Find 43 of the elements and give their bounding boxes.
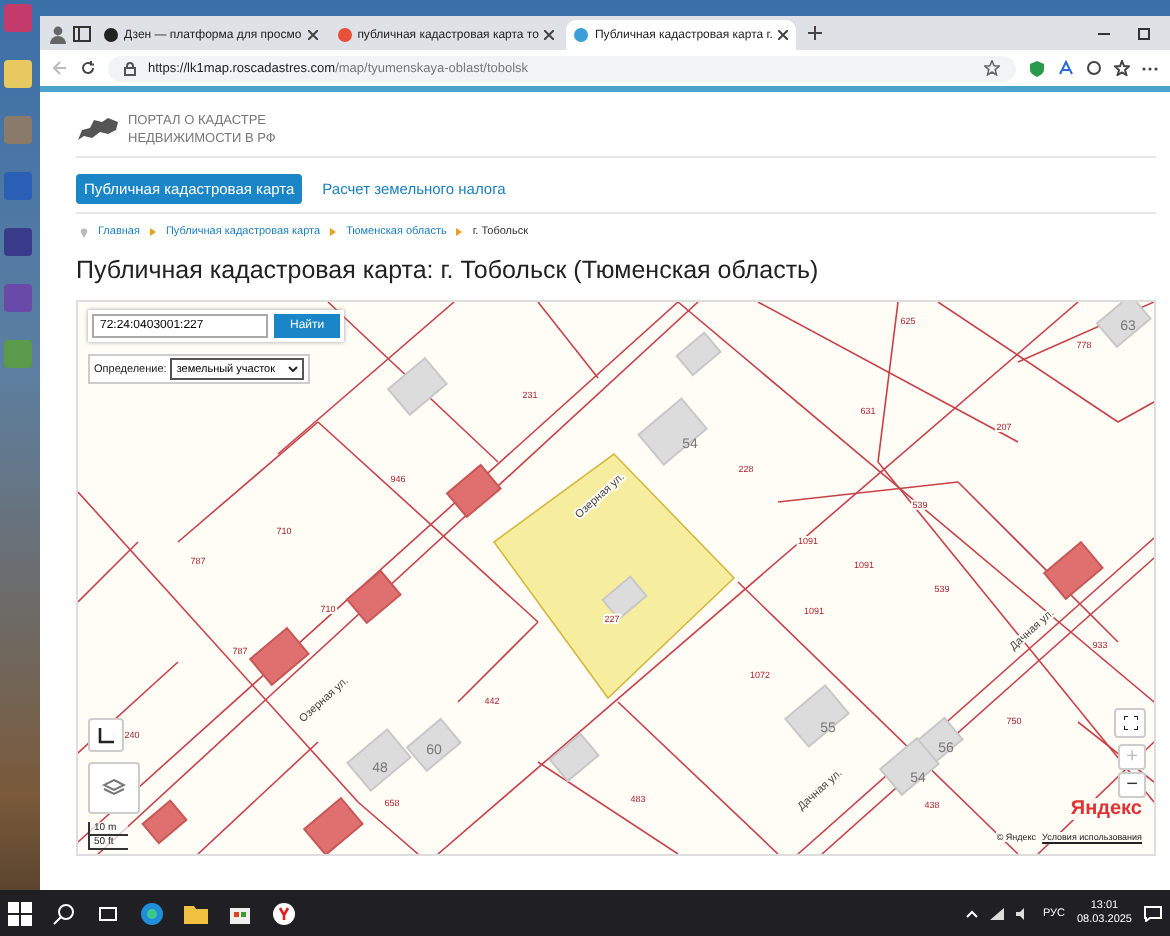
fullscreen-icon [1123, 716, 1137, 730]
edge-browser-icon[interactable] [140, 901, 164, 925]
more-menu-icon[interactable] [1142, 65, 1158, 71]
chevron-up-icon[interactable] [966, 909, 979, 917]
tab-favicon-icon [337, 28, 352, 42]
close-icon[interactable] [307, 30, 318, 40]
ruler-button[interactable] [88, 718, 124, 752]
tab-favicon-icon [104, 28, 118, 42]
extensions-icon[interactable] [1086, 60, 1102, 76]
fullscreen-button[interactable] [1114, 708, 1146, 738]
lock-icon [124, 61, 136, 75]
windows-start-icon[interactable] [8, 901, 32, 925]
map-brand-logo: Яндекс [1070, 798, 1142, 820]
chevron-icon [330, 228, 337, 236]
favorite-star-icon[interactable] [984, 60, 1000, 76]
yandex-browser-icon[interactable] [272, 901, 296, 925]
close-icon[interactable] [544, 30, 555, 40]
shield-extension-icon[interactable] [1028, 59, 1046, 77]
notification-icon[interactable] [1144, 905, 1162, 921]
location-pin-icon [80, 227, 88, 237]
page-title: Публичная кадастровая карта: г. Тобольск (Тюменская область) [76, 256, 821, 284]
maximize-icon[interactable] [1138, 27, 1150, 39]
caret-icon [287, 366, 298, 372]
network-icon[interactable] [990, 907, 1005, 919]
task-view-icon[interactable] [96, 901, 120, 925]
profile-icon[interactable] [48, 23, 68, 43]
close-icon[interactable] [778, 30, 789, 40]
russia-map-logo-icon [76, 116, 120, 144]
search-icon[interactable] [52, 901, 76, 925]
pdf-extension-icon[interactable] [1058, 60, 1074, 76]
layers-icon [102, 778, 126, 798]
ruler-icon [98, 727, 114, 743]
favorites-icon[interactable] [1114, 60, 1130, 76]
layers-button[interactable] [88, 762, 140, 814]
chevron-icon [149, 228, 156, 236]
tab-favicon-icon [574, 28, 589, 42]
folder-icon[interactable] [184, 901, 208, 925]
minimize-icon[interactable] [1098, 27, 1110, 39]
reload-icon[interactable] [80, 60, 96, 76]
tab-actions-icon[interactable] [72, 23, 92, 43]
zoom-out-button[interactable]: − [1118, 772, 1146, 798]
new-tab-icon[interactable] [808, 26, 823, 40]
chevron-icon [456, 228, 463, 236]
